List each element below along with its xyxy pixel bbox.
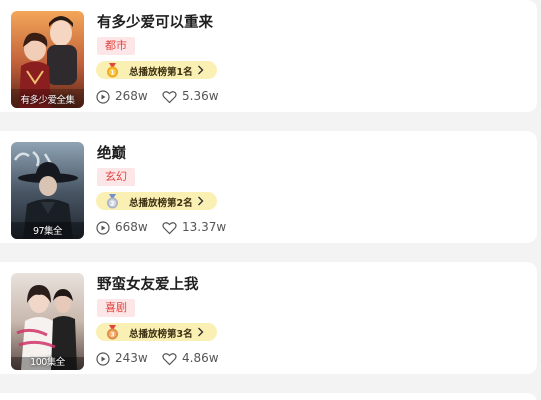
rank-badge[interactable]: 1 总播放榜第1名 — [96, 61, 217, 79]
drama-card[interactable]: 有多少爱全集 有多少爱可以重来 都市 1 总播放榜第1名 268w 5.36w — [0, 0, 537, 112]
like-count: 13.37w — [182, 220, 227, 234]
poster-caption: 97集全 — [32, 226, 63, 237]
drama-card[interactable]: 97集全 绝巅 玄幻 2 总播放榜第2名 668w 13.37w — [0, 131, 537, 243]
like-count: 5.36w — [182, 89, 219, 103]
medal-icon: 1 — [105, 63, 120, 81]
play-circle-icon — [96, 351, 110, 370]
rank-text: 总播放榜第3名 — [129, 329, 193, 340]
genre-tag: 都市 — [97, 37, 135, 55]
chevron-right-icon — [197, 196, 204, 209]
chevron-right-icon — [197, 65, 204, 78]
medal-icon: 3 — [105, 325, 120, 343]
heart-icon[interactable] — [162, 220, 177, 239]
rank-text: 总播放榜第1名 — [129, 67, 193, 78]
heart-icon[interactable] — [162, 351, 177, 370]
drama-card[interactable]: 100集全 野蛮女友爱上我 喜剧 3 总播放榜第3名 243w 4.86w — [0, 262, 537, 374]
play-count: 268w — [115, 89, 148, 103]
play-count: 668w — [115, 220, 148, 234]
genre-tag: 玄幻 — [97, 168, 135, 186]
drama-poster[interactable]: 97集全 — [11, 142, 84, 239]
rank-text: 总播放榜第2名 — [129, 198, 193, 209]
medal-icon: 2 — [105, 194, 120, 212]
poster-caption: 100集全 — [30, 357, 65, 368]
like-count: 4.86w — [182, 351, 219, 365]
svg-text:3: 3 — [110, 331, 114, 338]
drama-title[interactable]: 野蛮女友爱上我 — [97, 273, 199, 294]
drama-poster[interactable]: 100集全 — [11, 273, 84, 370]
next-drama-card[interactable] — [0, 393, 537, 400]
rank-badge[interactable]: 3 总播放榜第3名 — [96, 323, 217, 341]
svg-text:2: 2 — [110, 200, 114, 207]
genre-tag: 喜剧 — [97, 299, 135, 317]
play-circle-icon — [96, 220, 110, 239]
rank-badge[interactable]: 2 总播放榜第2名 — [96, 192, 217, 210]
drama-title[interactable]: 有多少爱可以重来 — [97, 11, 213, 32]
play-circle-icon — [96, 89, 110, 108]
drama-title[interactable]: 绝巅 — [97, 142, 126, 163]
chevron-right-icon — [197, 327, 204, 340]
heart-icon[interactable] — [162, 89, 177, 108]
play-count: 243w — [115, 351, 148, 365]
drama-poster[interactable]: 有多少爱全集 — [11, 11, 84, 108]
svg-text:1: 1 — [110, 69, 114, 76]
poster-caption: 有多少爱全集 — [20, 95, 75, 106]
